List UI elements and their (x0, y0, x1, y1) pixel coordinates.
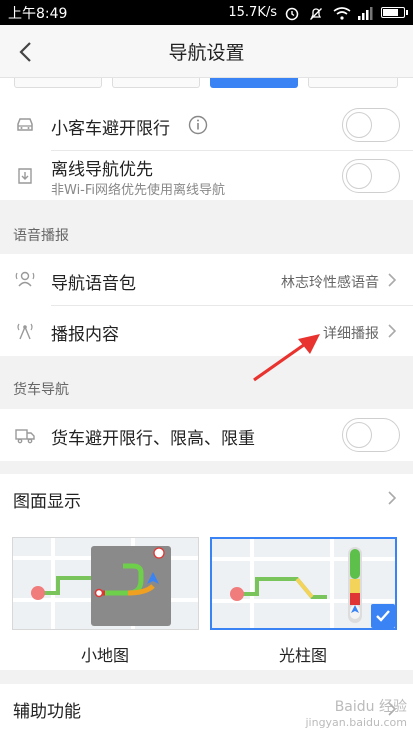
light-bar-option[interactable] (210, 537, 397, 630)
option-chip[interactable] (14, 78, 102, 88)
chevron-right-icon (388, 273, 397, 287)
avoid-limit-label: 小客车避开限行 (51, 119, 170, 139)
voice-settings-section: 导航语音包 林志玲性感语音 播报内容 详细播报 (0, 254, 413, 356)
broadcast-content-value: 详细播报 (323, 326, 379, 342)
voice-pack-row[interactable]: 导航语音包 林志玲性感语音 (0, 254, 413, 305)
alarm-icon (285, 7, 301, 20)
mini-map-preview (13, 538, 198, 629)
option-chip[interactable] (112, 78, 200, 88)
broadcast-content-row[interactable]: 播报内容 详细播报 (0, 306, 413, 356)
wifi-icon (333, 6, 351, 20)
network-speed: 15.7K/s (228, 5, 277, 20)
map-display-row[interactable]: 图面显示 (0, 474, 413, 522)
signal-icon (357, 6, 373, 20)
truck-icon (15, 429, 35, 444)
option-chip-selected[interactable] (210, 78, 298, 88)
offline-nav-subtitle: 非Wi-Fi网络优先使用离线导航 (51, 183, 226, 198)
light-bar-preview (212, 539, 395, 628)
status-time: 上午8:49 (8, 5, 68, 22)
mini-map-caption: 小地图 (80, 646, 129, 665)
voice-pack-label: 导航语音包 (51, 274, 136, 294)
voice-section-label: 语音播报 (13, 228, 69, 244)
light-bar-caption: 光柱图 (278, 646, 327, 665)
broadcast-content-label: 播报内容 (51, 325, 119, 345)
truck-section-label: 货车导航 (13, 382, 69, 398)
download-icon (18, 168, 32, 184)
vehicle-option-strip (0, 78, 413, 102)
offline-nav-toggle[interactable] (342, 159, 400, 193)
checkmark-icon (376, 610, 390, 622)
offline-nav-label: 离线导航优先 (51, 160, 153, 180)
option-chip[interactable] (308, 78, 398, 88)
back-button[interactable] (10, 35, 40, 68)
car-icon (17, 118, 33, 131)
page-title: 导航设置 (168, 41, 245, 64)
assist-label: 辅助功能 (13, 702, 81, 722)
mute-icon (309, 7, 325, 20)
chevron-left-icon (19, 41, 31, 62)
info-icon[interactable] (188, 115, 208, 135)
truck-avoid-label: 货车避开限行、限高、限重 (51, 429, 255, 449)
battery-icon (381, 7, 408, 18)
truck-avoid-row[interactable]: 货车避开限行、限高、限重 (0, 409, 413, 461)
avoid-limit-row[interactable]: 小客车避开限行 (0, 100, 413, 150)
voice-pack-value: 林志玲性感语音 (281, 275, 379, 291)
watermark-title: Baidu 经验 (334, 699, 407, 715)
watermark: Baidu 经验 jingyan.baidu.com (305, 696, 407, 729)
selected-checkbox (371, 604, 395, 628)
chevron-right-icon (388, 491, 397, 505)
chevron-right-icon (388, 324, 397, 338)
voice-person-icon (15, 271, 35, 287)
offline-nav-row[interactable]: 离线导航优先 非Wi-Fi网络优先使用离线导航 (0, 151, 413, 200)
car-settings-section: 小客车避开限行 离线导航优先 非Wi-Fi网络优先使用离线导航 (0, 100, 413, 200)
mini-map-option[interactable] (12, 537, 199, 630)
map-display-label: 图面显示 (13, 492, 81, 512)
watermark-url: jingyan.baidu.com (305, 716, 407, 729)
truck-avoid-toggle[interactable] (342, 418, 400, 452)
truck-settings-section: 货车避开限行、限高、限重 (0, 409, 413, 461)
broadcast-icon (17, 323, 33, 340)
title-bar: 导航设置 (0, 25, 413, 78)
avoid-limit-toggle[interactable] (342, 108, 400, 142)
status-bar: 上午8:49 15.7K/s (0, 0, 413, 25)
